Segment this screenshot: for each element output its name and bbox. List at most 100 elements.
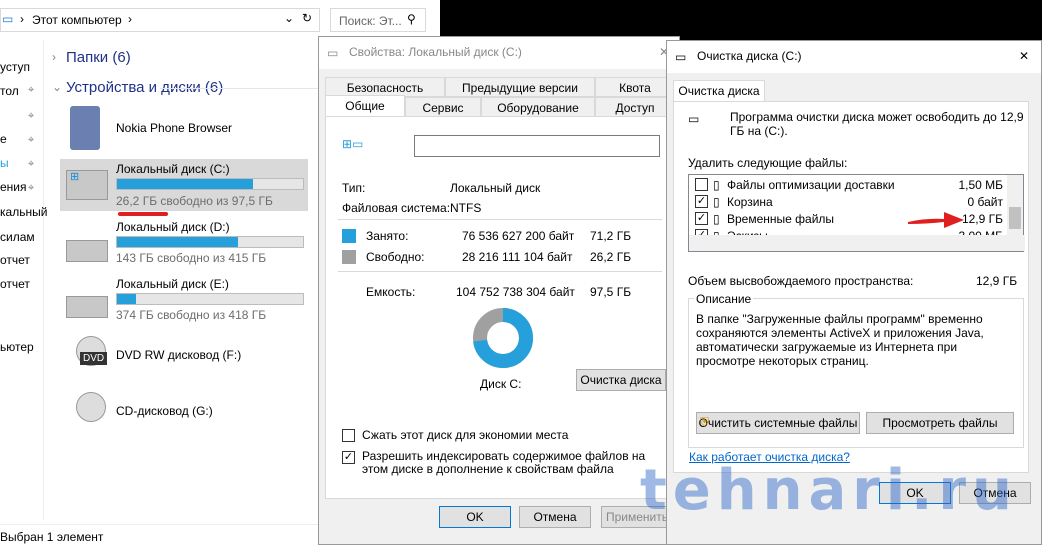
description-text: В папке "Загруженные файлы программ" вре… bbox=[696, 312, 984, 368]
compress-checkbox[interactable] bbox=[342, 429, 355, 442]
tab-sharing[interactable]: Доступ bbox=[595, 97, 675, 117]
drive-label[interactable]: Локальный диск (D:) bbox=[116, 220, 230, 234]
free-bytes: 28 216 111 104 байт bbox=[462, 250, 573, 264]
nav-item[interactable]: тол bbox=[0, 84, 19, 98]
nav-item[interactable]: ьютер bbox=[0, 340, 34, 354]
group-folders[interactable]: Папки (6) bbox=[66, 49, 131, 66]
drive-d-usage-bar bbox=[116, 236, 304, 248]
used-color-swatch bbox=[342, 229, 356, 243]
dialog-title: Свойства: Локальный диск (C:) bbox=[349, 45, 522, 59]
drive-label[interactable]: Локальный диск (E:) bbox=[116, 277, 229, 291]
nav-item[interactable]: отчет bbox=[0, 253, 30, 267]
file-size: 12,9 ГБ bbox=[961, 212, 1003, 226]
shield-icon: ⛨ bbox=[700, 415, 710, 429]
nav-item[interactable]: отчет bbox=[0, 277, 30, 291]
close-icon[interactable]: ✕ bbox=[1019, 49, 1029, 63]
pin-icon: ⌖ bbox=[28, 158, 35, 170]
collapse-icon[interactable]: ⌄ bbox=[52, 80, 62, 94]
pin-icon: ⌖ bbox=[28, 84, 35, 96]
local-disk-icon bbox=[66, 240, 108, 262]
file-checkbox[interactable]: ✓ bbox=[695, 195, 708, 208]
tab-quota[interactable]: Квота bbox=[595, 77, 675, 97]
breadcrumb[interactable]: Этот компьютер bbox=[32, 13, 122, 27]
view-files-button[interactable]: Просмотреть файлы bbox=[866, 412, 1014, 434]
usage-fill bbox=[117, 179, 253, 189]
nav-item[interactable]: е bbox=[0, 132, 7, 146]
capacity-bytes: 104 752 738 304 байт bbox=[456, 285, 575, 299]
tab-disk-cleanup[interactable]: Очистка диска bbox=[673, 80, 765, 102]
scrollbar-thumb[interactable] bbox=[1009, 207, 1021, 229]
drive-free-text: 143 ГБ свободно из 415 ГБ bbox=[116, 251, 267, 265]
ok-button[interactable]: OK bbox=[439, 506, 511, 528]
capacity-label: Емкость: bbox=[366, 285, 416, 299]
usage-fill bbox=[117, 237, 238, 247]
clean-system-files-button[interactable]: Очистить системные файлы bbox=[696, 412, 860, 434]
index-checkbox[interactable]: ✓ bbox=[342, 451, 355, 464]
file-row[interactable]: ▯ Файлы оптимизации доставки 1,50 МБ bbox=[693, 177, 1005, 194]
nav-item[interactable]: ы bbox=[0, 156, 9, 170]
file-checkbox[interactable]: ✓ bbox=[695, 212, 708, 225]
free-gb: 26,2 ГБ bbox=[590, 250, 632, 264]
divider bbox=[338, 271, 662, 272]
description-title: Описание bbox=[694, 292, 754, 306]
expand-icon[interactable]: › bbox=[52, 50, 56, 64]
disk-label: Диск C: bbox=[480, 377, 522, 391]
tab-security[interactable]: Безопасность bbox=[325, 77, 445, 97]
space-value: 12,9 ГБ bbox=[976, 274, 1018, 288]
drive-label[interactable]: CD-дисковод (G:) bbox=[116, 404, 213, 418]
dropdown-icon[interactable]: ⌄ bbox=[284, 11, 294, 25]
tab-hardware[interactable]: Оборудование bbox=[481, 97, 595, 117]
drive-free-text: 26,2 ГБ свободно из 97,5 ГБ bbox=[116, 194, 273, 208]
drive-label[interactable]: DVD RW дисковод (F:) bbox=[116, 348, 241, 362]
nav-item[interactable]: кальный bbox=[0, 205, 47, 219]
nav-item[interactable]: силам bbox=[0, 230, 35, 244]
breadcrumb-chevron-icon: › bbox=[20, 12, 24, 26]
used-bytes: 76 536 627 200 байт bbox=[462, 229, 575, 243]
file-size: 1,50 МБ bbox=[958, 178, 1003, 192]
file-name: Временные файлы bbox=[727, 212, 835, 226]
file-type-icon: ▯ bbox=[713, 195, 720, 209]
disk-usage-donut bbox=[473, 308, 533, 368]
capacity-gb: 97,5 ГБ bbox=[590, 285, 632, 299]
dvd-badge: DVD bbox=[80, 352, 108, 365]
general-panel: ⊞▭ Тип: Локальный диск Файловая система:… bbox=[325, 116, 675, 499]
cleanup-app-icon: ▭ bbox=[675, 50, 687, 64]
tab-previous-versions[interactable]: Предыдущие версии bbox=[445, 77, 595, 97]
drive-label-input[interactable] bbox=[414, 135, 660, 157]
cancel-button[interactable]: Отмена bbox=[519, 506, 591, 528]
space-label: Объем высвобождаемого пространства: bbox=[688, 274, 914, 288]
windows-logo-icon: ⊞ bbox=[70, 171, 80, 183]
fs-value: NTFS bbox=[450, 201, 482, 215]
file-size: 0 байт bbox=[967, 195, 1003, 209]
tab-general[interactable]: Общие bbox=[325, 95, 405, 117]
dialog-title: Очистка диска (C:) bbox=[697, 49, 802, 63]
properties-dialog: Свойства: Локальный диск (C:) ▭ ✕ Безопа… bbox=[318, 36, 680, 545]
type-value: Локальный диск bbox=[450, 181, 541, 195]
pin-icon: ⌖ bbox=[28, 110, 35, 122]
local-disk-icon bbox=[66, 296, 108, 318]
search-icon: ⚲ bbox=[407, 12, 416, 26]
refresh-icon[interactable]: ↻ bbox=[302, 11, 312, 25]
properties-titlebar: Свойства: Локальный диск (C:) bbox=[319, 37, 679, 69]
file-type-icon: ▯ bbox=[713, 212, 720, 226]
tab-service[interactable]: Сервис bbox=[405, 97, 481, 117]
fs-label: Файловая система: bbox=[342, 201, 451, 215]
drive-label[interactable]: Nokia Phone Browser bbox=[116, 121, 232, 135]
index-label: Разрешить индексировать содержимое файло… bbox=[362, 449, 646, 476]
nav-item[interactable]: ения bbox=[0, 180, 27, 194]
free-label: Свободно: bbox=[366, 250, 425, 264]
drive-c-usage-bar bbox=[116, 178, 304, 190]
navigation-pane: уступ тол е ы ения кальный силам отчет о… bbox=[0, 40, 47, 520]
nav-item[interactable]: уступ bbox=[0, 60, 30, 74]
free-color-swatch bbox=[342, 250, 356, 264]
computer-icon: ▭ bbox=[2, 12, 14, 26]
breadcrumb-chevron-icon: › bbox=[128, 12, 132, 26]
file-type-icon: ▯ bbox=[713, 178, 720, 192]
file-checkbox[interactable] bbox=[695, 178, 708, 191]
drive-e-usage-bar bbox=[116, 293, 304, 305]
horizontal-scrollbar[interactable] bbox=[689, 235, 1025, 251]
delete-files-label: Удалить следующие файлы: bbox=[688, 156, 848, 170]
divider bbox=[338, 219, 662, 220]
disk-cleanup-button[interactable]: Очистка диска bbox=[576, 369, 666, 391]
disk-icon: ▭ bbox=[327, 46, 339, 60]
